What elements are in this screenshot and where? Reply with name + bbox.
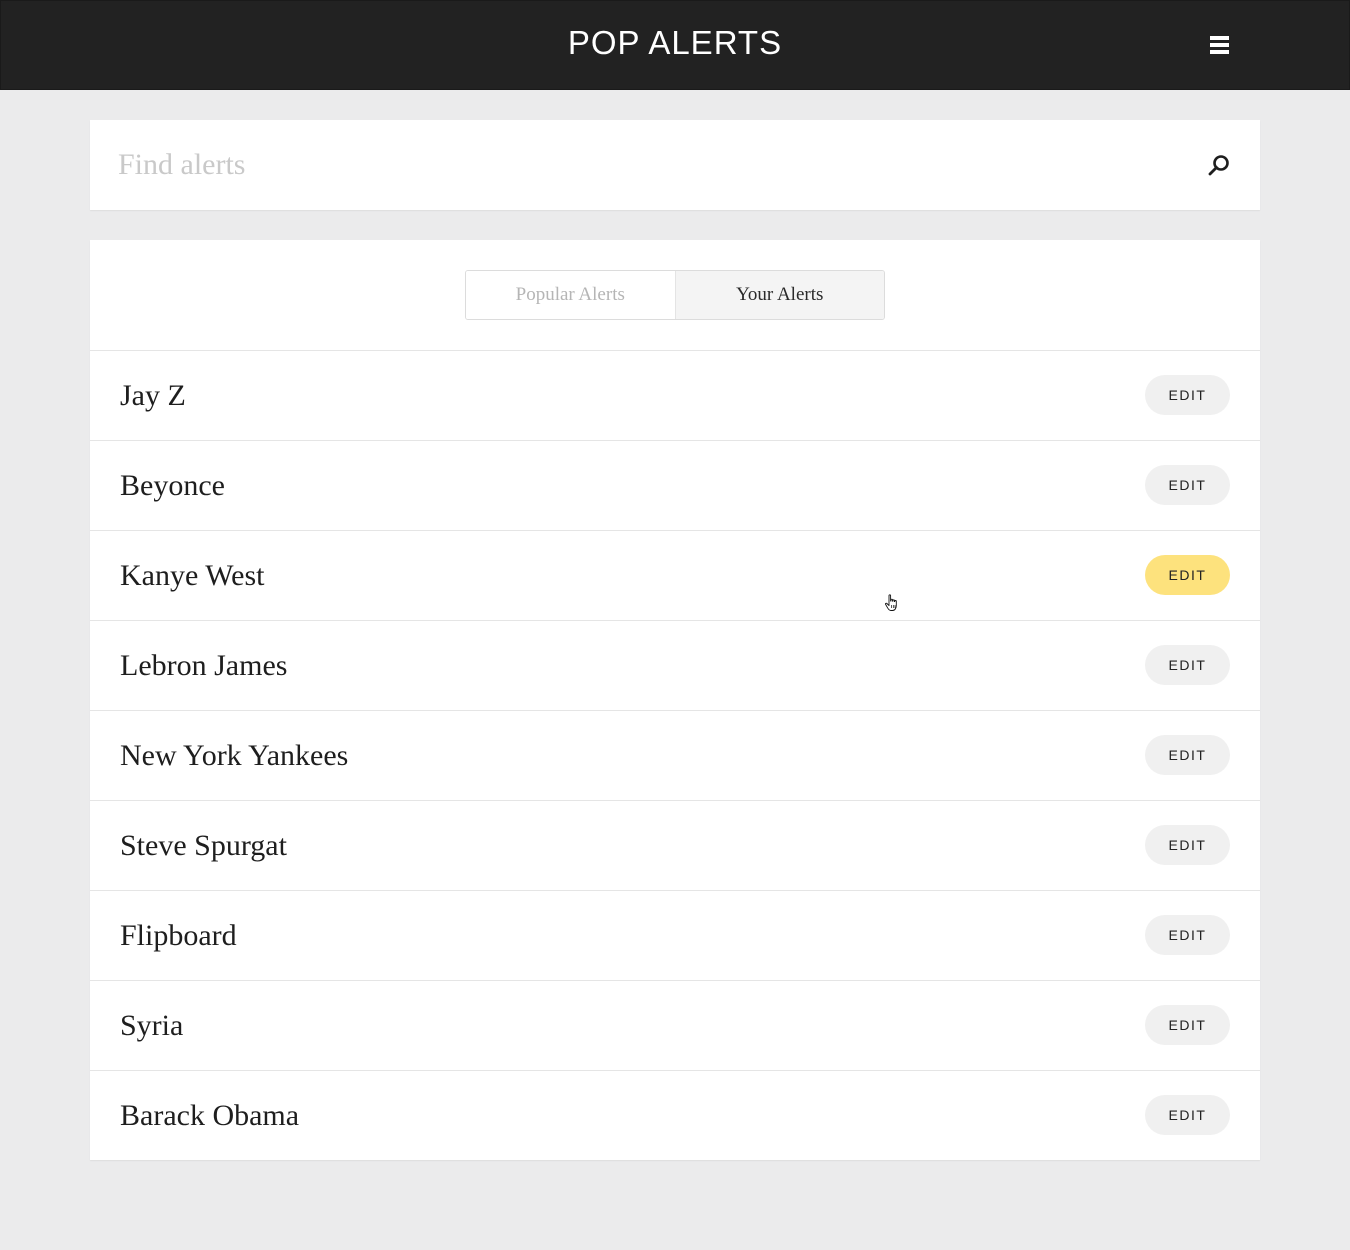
menu-bar-line (1210, 36, 1229, 40)
edit-button[interactable]: EDIT (1145, 825, 1230, 865)
alert-name: Barack Obama (120, 1099, 300, 1132)
alert-row: Steve Spurgat EDIT (90, 800, 1260, 890)
edit-button[interactable]: EDIT (1145, 915, 1230, 955)
alert-row: Jay Z EDIT (90, 350, 1260, 440)
edit-button[interactable]: EDIT (1145, 1095, 1230, 1135)
menu-bar-line (1210, 43, 1229, 47)
alerts-tab-switcher: Popular Alerts Your Alerts (465, 270, 885, 320)
alert-row: Beyonce EDIT (90, 440, 1260, 530)
alert-row: Flipboard EDIT (90, 890, 1260, 980)
alert-row: Barack Obama EDIT (90, 1070, 1260, 1160)
menu-bar-line (1210, 50, 1229, 54)
edit-button[interactable]: EDIT (1145, 555, 1230, 595)
alert-name: New York Yankees (120, 739, 349, 772)
edit-button[interactable]: EDIT (1145, 465, 1230, 505)
alert-row: Kanye West EDIT (90, 530, 1260, 620)
tab-popular-alerts[interactable]: Popular Alerts (466, 271, 675, 319)
edit-button[interactable]: EDIT (1145, 375, 1230, 415)
alert-name: Flipboard (120, 919, 237, 952)
tab-your-alerts[interactable]: Your Alerts (674, 271, 884, 319)
alerts-list: Jay Z EDIT Beyonce EDIT Kanye West EDIT … (90, 350, 1260, 1160)
alert-row: Syria EDIT (90, 980, 1260, 1070)
alerts-card: Popular Alerts Your Alerts Jay Z EDIT Be… (90, 240, 1260, 1160)
alert-name: Jay Z (120, 379, 186, 412)
search-icon[interactable] (1206, 153, 1232, 179)
search-card (90, 120, 1260, 210)
alert-name: Beyonce (120, 469, 225, 502)
app-title: POP ALERTS (567, 24, 783, 61)
edit-button[interactable]: EDIT (1145, 1005, 1230, 1045)
alert-name: Steve Spurgat (120, 829, 287, 862)
top-bar: POP ALERTS (0, 0, 1350, 90)
edit-button[interactable]: EDIT (1145, 735, 1230, 775)
alert-name: Lebron James (120, 649, 288, 682)
alert-row: Lebron James EDIT (90, 620, 1260, 710)
alert-name: Kanye West (120, 559, 265, 592)
alert-row: New York Yankees EDIT (90, 710, 1260, 800)
search-input[interactable] (118, 140, 1198, 190)
alert-name: Syria (120, 1009, 184, 1042)
hamburger-menu-icon[interactable] (1208, 34, 1232, 56)
edit-button[interactable]: EDIT (1145, 645, 1230, 685)
